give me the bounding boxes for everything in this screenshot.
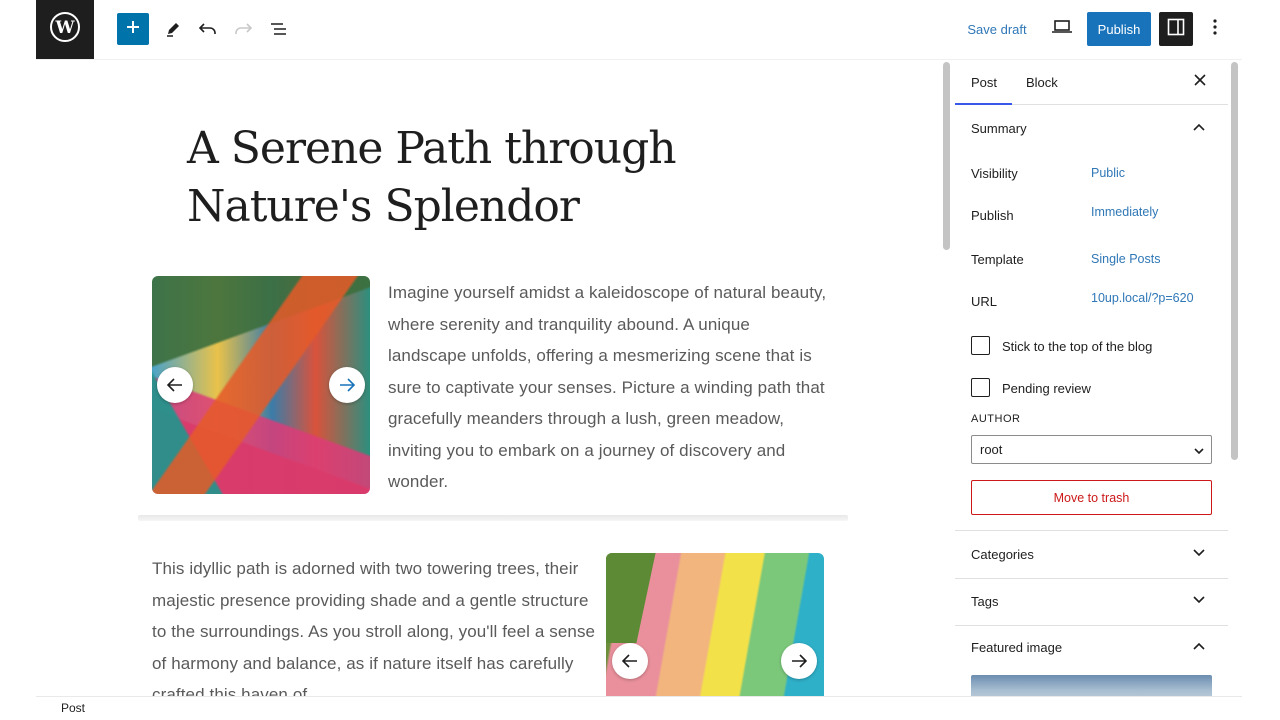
author-label: AUTHOR (971, 413, 1021, 425)
undo-icon (198, 20, 218, 38)
arrow-left-icon (622, 654, 638, 668)
chevron-down-icon (1192, 593, 1206, 608)
svg-text:W: W (54, 18, 75, 38)
author-value: root (980, 442, 1003, 457)
template-value[interactable]: Single Posts (1091, 252, 1160, 266)
url-value[interactable]: 10up.local/?p=620 (1091, 291, 1194, 305)
sticky-checkbox[interactable] (971, 336, 990, 355)
gallery-prev-button-2[interactable] (612, 643, 648, 679)
url-label: URL (971, 294, 998, 309)
arrow-right-icon (339, 378, 355, 392)
wordpress-icon: W (49, 11, 81, 48)
wordpress-logo-button[interactable]: W (36, 0, 94, 59)
chevron-down-icon (1193, 444, 1205, 459)
arrow-right-icon (791, 654, 807, 668)
canvas-scrollbar[interactable] (943, 62, 950, 250)
redo-icon (233, 20, 253, 38)
settings-sidebar: Post Block Summary Visibility Public Pub… (955, 60, 1228, 696)
settings-toggle-button[interactable] (1159, 12, 1193, 46)
close-icon (1194, 73, 1206, 91)
publish-label: Publish (971, 208, 1014, 223)
summary-panel-header[interactable]: Summary (955, 105, 1228, 151)
publish-date-value[interactable]: Immediately (1091, 205, 1158, 219)
pending-review-checkbox[interactable] (971, 378, 990, 397)
options-button[interactable] (1199, 13, 1231, 45)
chevron-up-icon (1192, 639, 1206, 654)
more-vertical-icon (1212, 18, 1218, 41)
paragraph-2[interactable]: This idyllic path is adorned with two to… (152, 553, 602, 696)
featured-image-panel-title: Featured image (971, 639, 1063, 655)
move-to-trash-button[interactable]: Move to trash (971, 480, 1212, 515)
chevron-up-icon (1192, 120, 1206, 135)
post-title[interactable]: A Serene Path through Nature's Splendor (187, 120, 727, 236)
sticky-label: Stick to the top of the blog (1002, 339, 1153, 354)
pending-review-label: Pending review (1002, 381, 1091, 396)
featured-image-panel-header[interactable]: Featured image (955, 624, 1228, 670)
undo-button[interactable] (192, 13, 224, 45)
list-view-button[interactable] (263, 13, 295, 45)
sidebar-scrollbar[interactable] (1231, 62, 1238, 460)
editor-footer: Post (36, 696, 1242, 720)
paragraph-1[interactable]: Imagine yourself amidst a kaleidoscope o… (388, 277, 828, 498)
arrow-left-icon (167, 378, 183, 392)
block-inserter-button[interactable] (117, 13, 149, 45)
gallery-next-button-2[interactable] (781, 643, 817, 679)
chevron-down-icon (1192, 546, 1206, 561)
sidebar-tabs: Post Block (955, 60, 1228, 105)
author-select[interactable]: root (971, 435, 1212, 464)
publish-button[interactable]: Publish (1087, 12, 1151, 46)
editor-header: W Save draft Publish (36, 0, 1242, 60)
tab-block[interactable]: Block (1026, 60, 1058, 105)
template-label: Template (971, 252, 1024, 267)
list-view-icon (269, 21, 289, 37)
categories-panel-title: Categories (971, 546, 1034, 562)
breadcrumb[interactable]: Post (61, 701, 85, 715)
close-sidebar-button[interactable] (1190, 72, 1210, 92)
separator (138, 515, 848, 521)
tags-panel-header[interactable]: Tags (955, 578, 1228, 624)
sidebar-icon (1167, 18, 1185, 41)
laptop-icon (1051, 19, 1073, 40)
gallery-image-2[interactable] (606, 553, 824, 696)
featured-image-thumbnail[interactable] (971, 675, 1212, 696)
tools-button[interactable] (157, 13, 189, 45)
gallery-prev-button[interactable] (157, 367, 193, 403)
redo-button[interactable] (227, 13, 259, 45)
plus-icon (125, 19, 141, 40)
tags-panel-title: Tags (971, 593, 999, 609)
tab-post[interactable]: Post (971, 60, 997, 105)
categories-panel-header[interactable]: Categories (955, 531, 1228, 577)
visibility-value[interactable]: Public (1091, 166, 1125, 180)
visibility-label: Visibility (971, 166, 1018, 181)
summary-panel-title: Summary (971, 120, 1027, 136)
gallery-next-button[interactable] (329, 367, 365, 403)
editor-canvas[interactable]: A Serene Path through Nature's Splendor … (36, 60, 941, 696)
gallery-image-1[interactable] (152, 276, 370, 494)
preview-button[interactable] (1046, 13, 1078, 45)
pencil-icon (164, 20, 182, 38)
save-draft-button[interactable]: Save draft (962, 13, 1032, 45)
